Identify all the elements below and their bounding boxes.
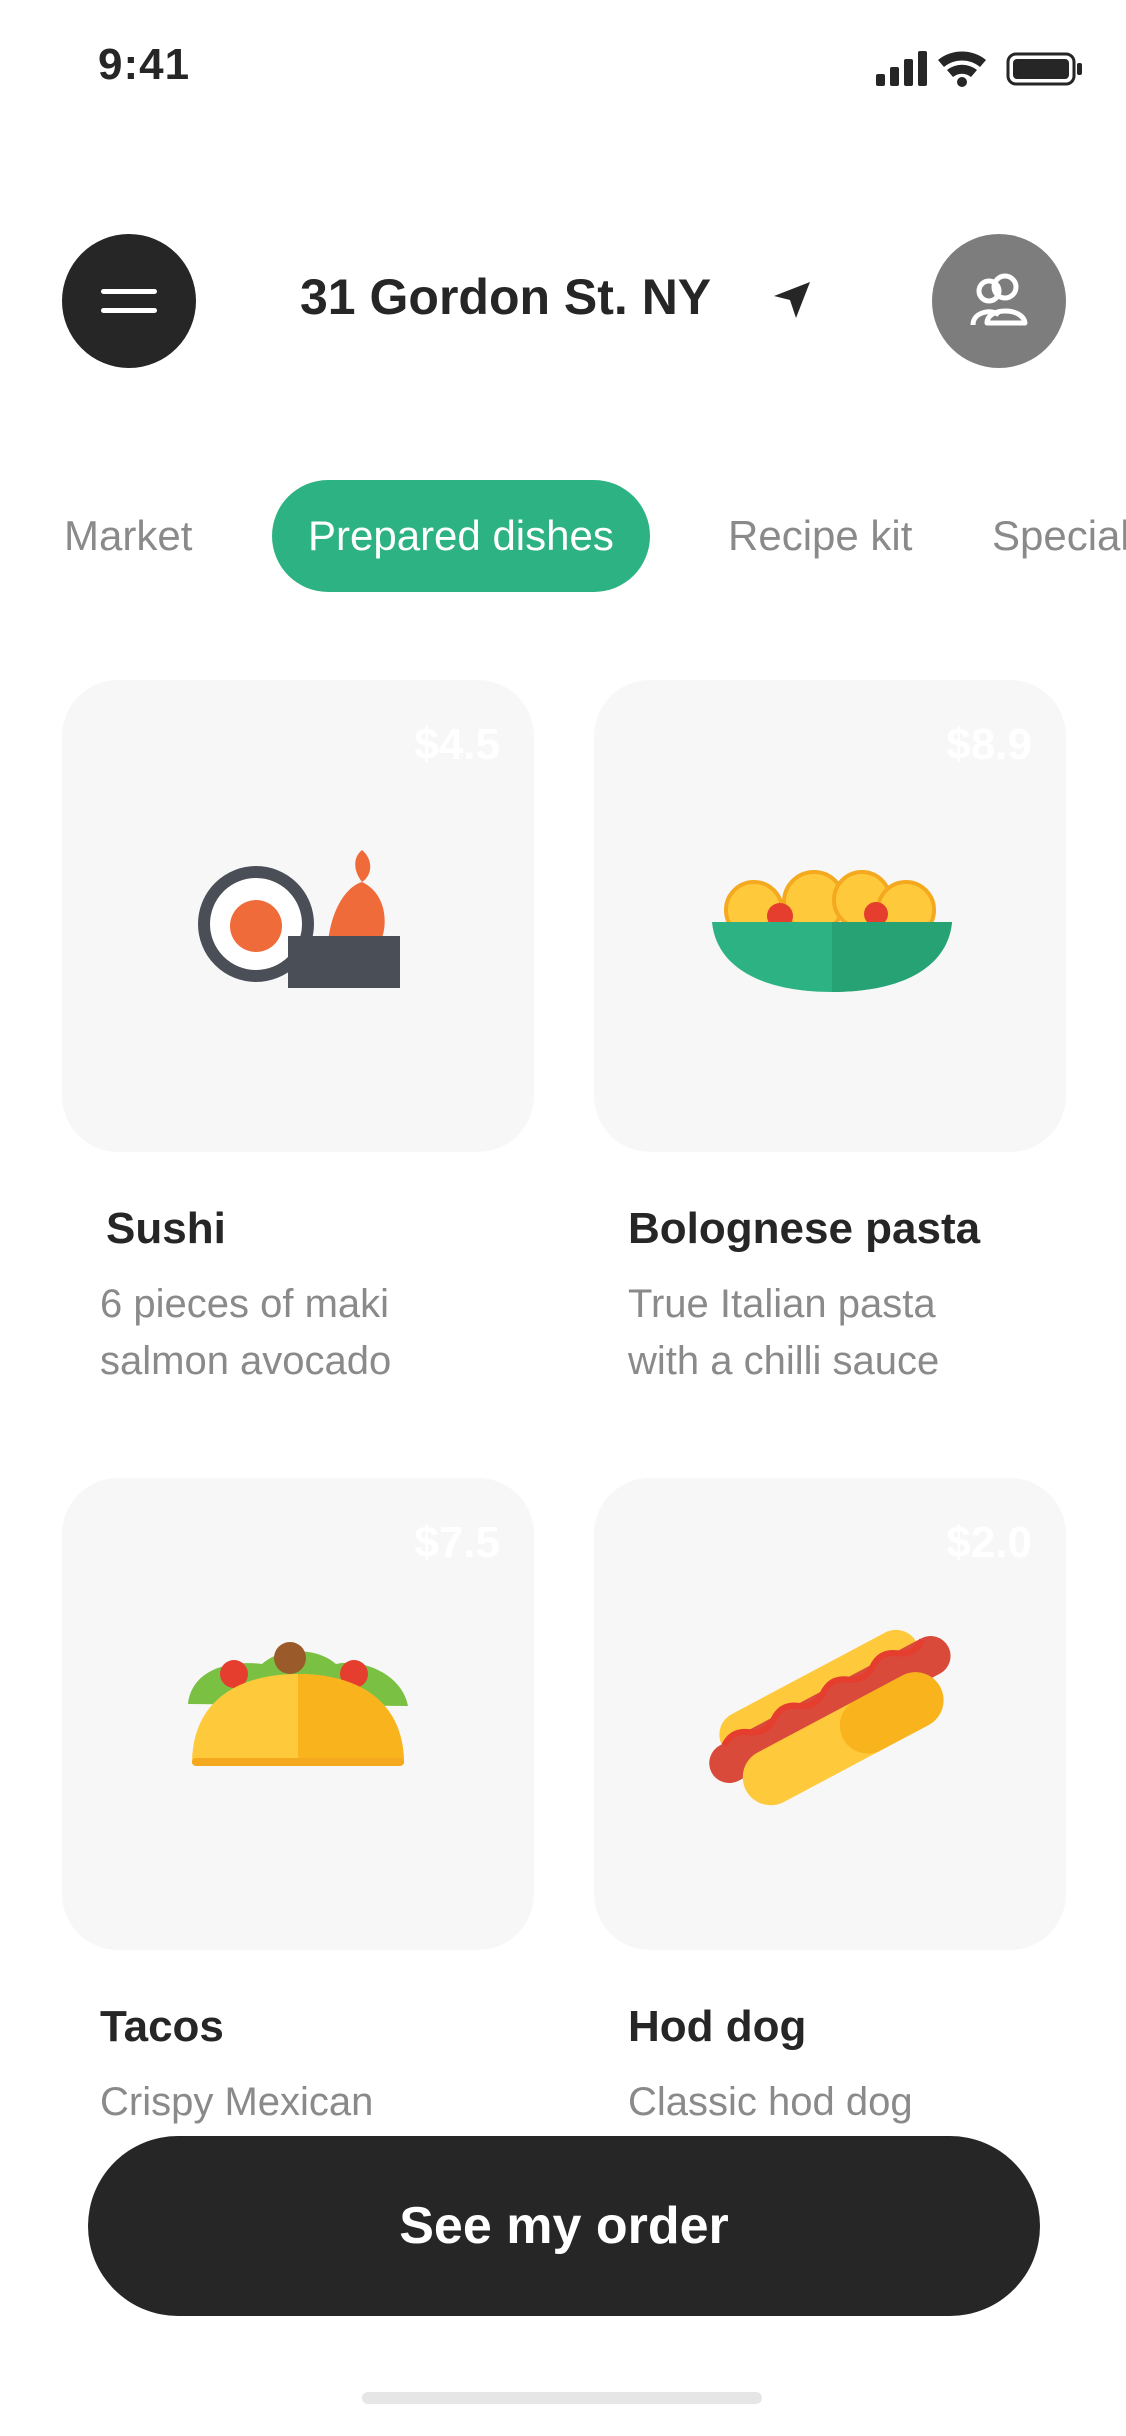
tab-specials[interactable]: Specials	[992, 480, 1126, 592]
signal-icon	[876, 51, 927, 86]
product-description: 6 pieces of maki salmon avocado	[100, 1276, 560, 1390]
product-title: Hod dog	[628, 2002, 807, 2051]
menu-icon-line	[101, 308, 157, 313]
users-icon	[970, 273, 1028, 326]
wifi-icon	[938, 51, 986, 87]
menu-icon-line	[101, 289, 157, 294]
description-line: with a chilli sauce	[628, 1339, 940, 1383]
product-title: Bolognese pasta	[628, 1204, 981, 1253]
product-card-bolognese-pasta[interactable]: $8.9	[594, 680, 1066, 1152]
description-line: salmon avocado	[100, 1339, 392, 1383]
status-icons	[876, 51, 1082, 87]
status-time: 9:41	[98, 40, 191, 89]
description-line: Classic hod dog	[628, 2080, 913, 2124]
product-card-hod-dog[interactable]: $2.0	[594, 1478, 1066, 1950]
tab-recipe-kit[interactable]: Recipe kit	[728, 480, 912, 592]
tab-prepared-dishes[interactable]: Prepared dishes	[272, 480, 650, 592]
see-my-order-button[interactable]: See my order	[88, 2136, 1040, 2316]
description-line: True Italian pasta	[628, 1282, 936, 1326]
home-indicator[interactable]	[362, 2392, 762, 2404]
product-card-tacos[interactable]: $7.5	[62, 1478, 534, 1950]
delivery-address[interactable]: 31 Gordon St. NY	[300, 268, 711, 326]
location-arrow-icon[interactable]	[770, 278, 814, 322]
pasta-icon	[712, 870, 952, 992]
product-title: Sushi	[106, 1204, 226, 1253]
product-title: Tacos	[100, 2002, 224, 2051]
battery-icon	[1006, 52, 1082, 86]
hotdog-icon	[709, 1629, 951, 1806]
profile-button[interactable]	[932, 234, 1066, 368]
product-description: Crispy Mexican	[100, 2074, 560, 2131]
product-card-sushi[interactable]: $4.5	[62, 680, 534, 1152]
description-line: Crispy Mexican	[100, 2080, 374, 2124]
sushi-icon	[198, 850, 400, 988]
product-description: True Italian pasta with a chilli sauce	[628, 1276, 1088, 1390]
category-tabs: Market Prepared dishes Recipe kit Specia…	[0, 480, 1126, 592]
tab-market[interactable]: Market	[64, 480, 192, 592]
menu-button[interactable]	[62, 234, 196, 368]
taco-icon	[188, 1642, 408, 1766]
description-line: 6 pieces of maki	[100, 1282, 390, 1326]
product-description: Classic hod dog	[628, 2074, 1088, 2131]
